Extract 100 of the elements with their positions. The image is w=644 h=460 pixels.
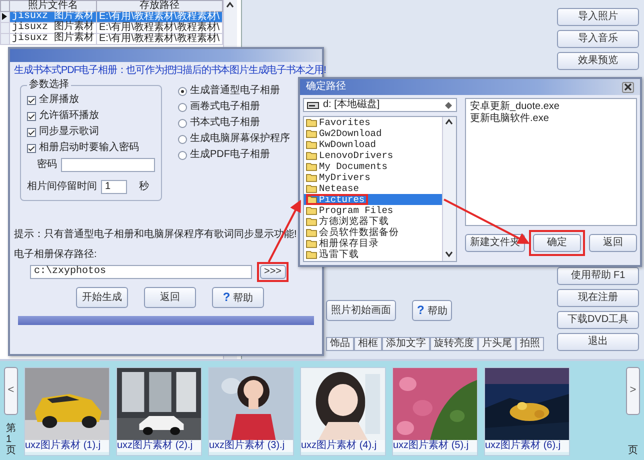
action-button[interactable]: 照片初始画面 <box>326 300 396 321</box>
next-page-button[interactable]: > <box>626 367 640 415</box>
help-icon: ? <box>222 290 230 304</box>
drive-dropdown[interactable]: d: [本地磁盘] <box>303 98 457 112</box>
folder-item[interactable]: LenovoDrivers <box>304 150 442 161</box>
table-cell: E:\有用\教程素材\教程素材\ <box>96 22 222 34</box>
thumbnail[interactable]: uxz图片素材 (4).j <box>300 367 386 456</box>
help-icon: ? <box>417 303 424 317</box>
folder-item[interactable]: Program Files <box>304 205 442 216</box>
table-cell: E:\有用\教程素材\教程素材\ <box>96 34 222 45</box>
side-button[interactable]: 导入音乐 <box>557 30 639 48</box>
side-button[interactable]: 下载DVD工具 <box>557 311 639 329</box>
column-header[interactable]: 存放路径 <box>96 0 222 12</box>
thumbnail[interactable]: uxz图片素材 (3).j <box>208 367 294 456</box>
side-button[interactable]: 退出 <box>557 333 639 351</box>
side-button[interactable]: 导入照片 <box>557 8 639 26</box>
side-button[interactable]: 现在注册 <box>557 289 639 307</box>
dialog-button[interactable]: 新建文件夹 <box>465 234 525 252</box>
folder-item[interactable]: 相册保存目录 <box>304 238 442 249</box>
unit-label: 秒 <box>139 181 149 193</box>
thumbnail-caption: uxz图片素材 (4).j <box>301 440 385 452</box>
tab[interactable]: 添加文字 <box>382 337 430 351</box>
highlight-frame <box>257 262 289 282</box>
dialog-button[interactable]: 确定 <box>533 234 581 252</box>
folder-icon <box>306 250 317 259</box>
interval-field[interactable]: 1 <box>101 180 127 194</box>
file-item[interactable]: 安卓更新_duote.exe <box>470 101 632 113</box>
folder-item[interactable]: Netease <box>304 183 442 194</box>
thumbnail[interactable]: uxz图片素材 (1).j <box>24 367 110 456</box>
thumbnail-caption: uxz图片素材 (5).j <box>393 440 477 452</box>
checkbox-label: 同步显示歌词 <box>39 126 99 138</box>
radio-label: 生成PDF电子相册 <box>190 149 270 161</box>
checkbox-label: 相册启动时要输入密码 <box>39 142 139 154</box>
radio-label: 生成电脑屏幕保护程序 <box>190 133 290 145</box>
side-button[interactable]: 效果预览 <box>557 52 639 70</box>
folder-list[interactable]: Favorites Gw2Download KwDownload LenovoDrivers My Documents MyDrivers Netease Pictures Program Files 方德浏览器下载 会员软件数据备份 相册保存目录 迅雷下载 <box>303 116 457 262</box>
radio-label: 书本式电子相册 <box>190 117 260 129</box>
checkbox[interactable] <box>27 144 36 152</box>
password-field[interactable] <box>61 158 155 172</box>
thumbnail[interactable]: uxz图片素材 (2).j <box>116 367 202 456</box>
highlight-frame <box>529 230 585 256</box>
folder-icon <box>306 239 317 248</box>
window-title: 确定路径 <box>306 81 346 93</box>
checkbox[interactable] <box>27 128 36 136</box>
drive-icon <box>307 102 319 108</box>
checkbox-label: 全屏播放 <box>39 94 79 106</box>
table-cell: jisuxz 图片素材 <box>10 34 97 45</box>
radio-button[interactable] <box>178 86 187 96</box>
group-title: 参数选择 <box>27 79 71 91</box>
action-button[interactable]: 开始生成 <box>76 287 128 308</box>
folder-item[interactable]: 会员软件数据备份 <box>304 227 442 238</box>
checkbox[interactable] <box>27 96 36 104</box>
thumbnail-caption: uxz图片素材 (2).j <box>117 440 201 452</box>
help-button[interactable]: ? 帮助 <box>212 287 264 308</box>
thumbnail-caption: uxz图片素材 (1).j <box>25 440 109 452</box>
folder-icon <box>306 162 317 171</box>
thumbnail[interactable]: uxz图片素材 (6).j <box>484 367 570 456</box>
folder-item[interactable]: Gw2Download <box>304 128 442 139</box>
folder-icon <box>306 173 317 182</box>
tab[interactable]: 相框 <box>354 337 382 351</box>
field-label: 相片间停留时间 <box>27 181 97 193</box>
radio-label: 生成普通型电子相册 <box>190 85 280 97</box>
page-label: 第1页 <box>6 423 16 456</box>
path-field[interactable]: c:\zxyphotos <box>30 265 252 279</box>
folder-item[interactable]: Favorites <box>304 117 442 128</box>
folder-item[interactable]: KwDownload <box>304 139 442 150</box>
scroll-down-icon[interactable] <box>443 249 455 260</box>
folder-item[interactable]: MyDrivers <box>304 172 442 183</box>
radio-button[interactable] <box>178 102 187 112</box>
folder-icon <box>306 195 317 204</box>
folder-icon <box>306 228 317 237</box>
folder-item[interactable]: 迅雷下载 <box>304 249 442 260</box>
checkbox-label: 允许循环播放 <box>39 110 99 122</box>
dropdown-icon[interactable] <box>444 100 453 110</box>
folder-icon <box>306 151 317 160</box>
side-button[interactable]: 使用帮助 F1 <box>557 267 639 285</box>
tab[interactable]: 拍照 <box>516 337 544 351</box>
file-list[interactable]: 安卓更新_duote.exe 更新电脑软件.exe <box>465 98 637 226</box>
browse-button[interactable]: >>> <box>260 265 286 279</box>
radio-button[interactable] <box>178 118 187 128</box>
dialog-button[interactable]: 返回 <box>589 234 637 252</box>
tab[interactable]: 片头尾 <box>478 337 516 351</box>
close-button[interactable] <box>622 82 634 92</box>
folder-item[interactable]: My Documents <box>304 161 442 172</box>
checkbox[interactable] <box>27 112 36 120</box>
field-label: 密码 <box>37 159 57 171</box>
folder-icon <box>306 140 317 149</box>
help-button[interactable]: ? 帮助 <box>412 300 452 321</box>
folder-icon <box>306 217 317 226</box>
folder-item[interactable]: Pictures <box>304 194 442 205</box>
tab[interactable]: 饰品 <box>326 337 354 351</box>
folder-item[interactable]: 方德浏览器下载 <box>304 216 442 227</box>
tab[interactable]: 旋转亮度 <box>430 337 478 351</box>
file-item[interactable]: 更新电脑软件.exe <box>470 113 632 125</box>
thumbnail[interactable]: uxz图片素材 (5).j <box>392 367 478 456</box>
radio-button[interactable] <box>178 150 187 160</box>
radio-label: 画卷式电子相册 <box>190 101 260 113</box>
radio-button[interactable] <box>178 134 187 144</box>
action-button[interactable]: 返回 <box>144 287 196 308</box>
previous-page-button[interactable]: < <box>4 367 18 415</box>
